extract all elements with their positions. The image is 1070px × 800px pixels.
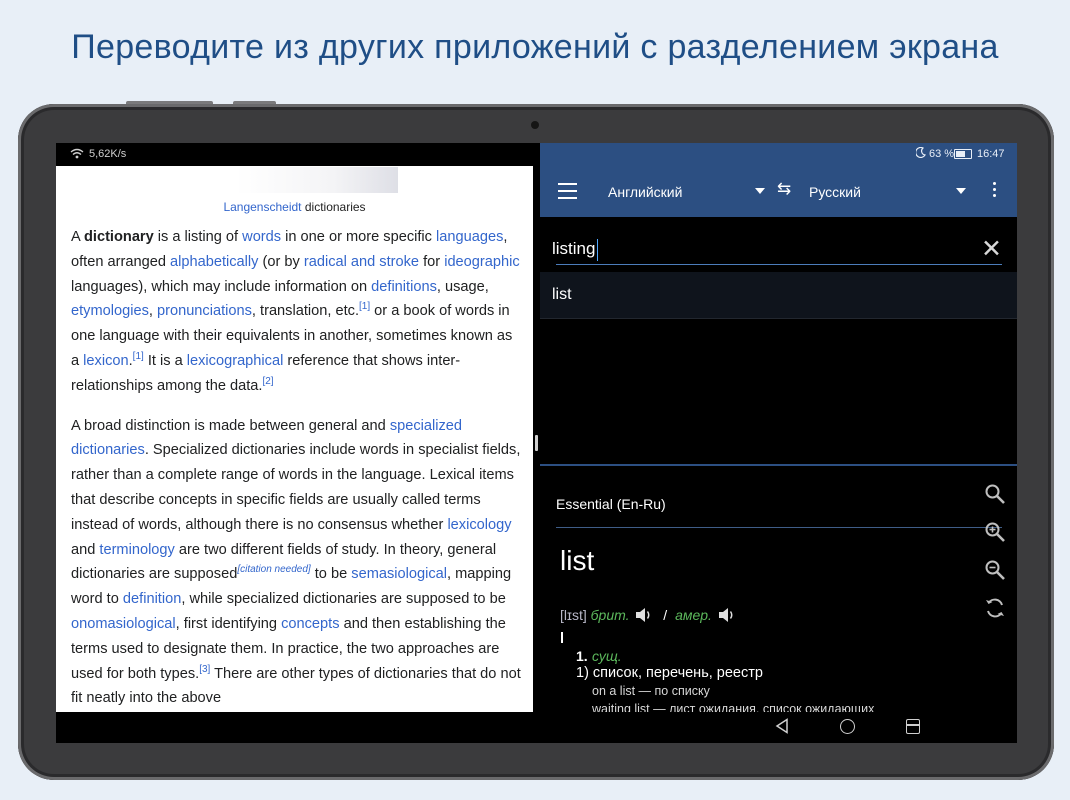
close-icon[interactable]: ✕ — [981, 237, 1002, 262]
article-body: A dictionary is a listing of words in on… — [71, 225, 521, 726]
article-link[interactable]: lexicon — [83, 353, 128, 369]
headword: list — [560, 545, 595, 576]
camera — [531, 121, 539, 129]
suggestion-label: list — [552, 286, 572, 303]
wifi-icon — [70, 148, 84, 162]
article-link[interactable]: concepts — [281, 616, 339, 632]
article-link[interactable]: lexicographical — [187, 353, 284, 369]
chevron-down-icon[interactable] — [755, 188, 765, 194]
dictionary-pane: 63 % 16:47 Английский ⇆ Русский listing … — [540, 143, 1017, 716]
panel-separator[interactable] — [540, 464, 1017, 466]
app-bar: Английский ⇆ Русский — [540, 165, 1017, 217]
usage-example: on a list — по списку — [592, 684, 710, 698]
text-cursor — [561, 632, 563, 643]
paragraph: A broad distinction is made between gene… — [71, 417, 521, 707]
citation[interactable]: [3] — [199, 664, 210, 675]
source-language[interactable]: Английский — [608, 184, 682, 200]
caption-link[interactable]: Langenscheidt — [223, 200, 301, 214]
citation[interactable]: [1] — [359, 302, 370, 313]
article-image — [236, 167, 398, 193]
image-caption: Langenscheidt dictionaries — [223, 200, 366, 214]
article-link[interactable]: ideographic — [444, 254, 519, 270]
zoom-in-icon[interactable] — [981, 513, 1009, 551]
article-link[interactable]: radical and stroke — [304, 254, 419, 270]
article-link[interactable]: alphabetically — [170, 254, 258, 270]
speaker-icon[interactable] — [718, 607, 736, 626]
separator: / — [663, 607, 668, 624]
status-bar: 63 % 16:47 — [540, 143, 1017, 165]
article-link[interactable]: etymologies — [71, 303, 149, 319]
split-handle[interactable] — [535, 435, 538, 451]
article-link[interactable]: terminology — [99, 542, 174, 558]
search-underline — [556, 264, 1002, 265]
more-icon[interactable] — [993, 182, 997, 200]
speaker-icon[interactable] — [635, 607, 653, 626]
back-icon[interactable] — [775, 718, 789, 739]
article-toolbar — [981, 475, 1009, 627]
moon-icon — [915, 146, 926, 161]
target-language[interactable]: Русский — [809, 184, 861, 200]
split-divider[interactable] — [533, 143, 540, 712]
article-link[interactable]: onomasiological — [71, 616, 176, 632]
citation[interactable]: [2] — [262, 376, 273, 387]
article-link[interactable]: lexicology — [447, 517, 511, 533]
sync-icon[interactable] — [981, 589, 1009, 627]
suggestion-item[interactable]: list — [540, 272, 1017, 319]
battery-percent: 63 % — [929, 148, 955, 160]
article-link[interactable]: pronunciations — [157, 303, 252, 319]
menu-icon[interactable] — [558, 183, 577, 204]
dictionary-name: Essential (En-Ru) — [556, 496, 666, 512]
paragraph: A dictionary is a listing of words in on… — [71, 229, 520, 394]
label-brit: брит. — [590, 607, 630, 624]
tablet-screen: 5,62K/s Langenscheidt dictionaries A dic… — [56, 143, 1017, 743]
search-icon[interactable] — [981, 475, 1009, 513]
navigation-bar — [56, 712, 1017, 743]
recents-icon[interactable] — [906, 719, 920, 734]
home-icon[interactable] — [840, 719, 855, 734]
text-caret — [597, 239, 598, 261]
translation-sense: 1) список, перечень, реестр — [576, 665, 763, 681]
status-bar: 5,62K/s — [56, 143, 533, 166]
swap-icon[interactable]: ⇆ — [777, 179, 791, 199]
label-amer: амер. — [675, 607, 712, 624]
transcription: [lɪst] — [560, 607, 587, 624]
zoom-out-icon[interactable] — [981, 551, 1009, 589]
clock: 16:47 — [977, 148, 1005, 160]
dictionary-underline — [556, 527, 1002, 528]
article-link[interactable]: semasiological — [351, 566, 447, 582]
browser-pane: 5,62K/s Langenscheidt dictionaries A dic… — [56, 143, 533, 712]
article-link[interactable]: languages — [436, 229, 503, 245]
citation-needed[interactable]: [citation needed] — [237, 565, 310, 576]
part-of-speech: сущ. — [592, 648, 622, 664]
pronunciation-line: [lɪst] брит. / амер. — [560, 607, 738, 626]
sense-number: 1. — [576, 648, 588, 664]
network-speed: 5,62K/s — [89, 148, 127, 160]
article-link[interactable]: definitions — [371, 279, 437, 295]
citation[interactable]: [1] — [133, 351, 144, 362]
battery-icon — [954, 149, 972, 159]
search-input[interactable]: listing — [552, 239, 595, 259]
article-link[interactable]: words — [242, 229, 281, 245]
chevron-down-icon[interactable] — [956, 188, 966, 194]
headline: Переводите из других приложений с раздел… — [71, 28, 999, 66]
article-link[interactable]: definition — [123, 591, 181, 607]
